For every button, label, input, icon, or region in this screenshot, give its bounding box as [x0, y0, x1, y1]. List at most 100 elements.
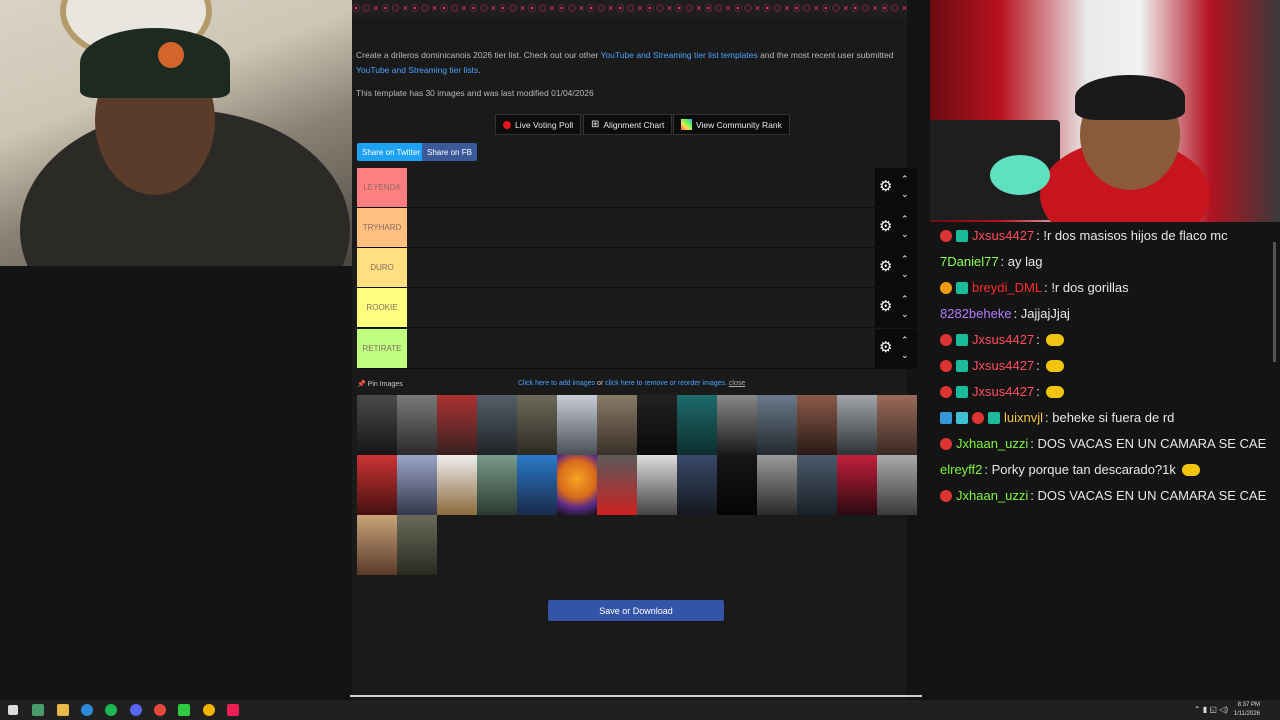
share-twitter-button[interactable]: Share on Twitter	[357, 143, 426, 161]
youtube-tierlists-link[interactable]: YouTube and Streaming tier lists	[356, 65, 478, 75]
tier-image[interactable]	[477, 395, 517, 455]
tier-image[interactable]	[637, 455, 677, 515]
file-explorer-icon[interactable]	[57, 704, 69, 716]
tier-image[interactable]	[837, 395, 877, 455]
app-icon[interactable]	[32, 704, 44, 716]
save-or-download-button[interactable]: Save or Download	[548, 600, 724, 621]
tier-row-leyenda[interactable]: LEYENDA ⚙ ⌃ ⌄	[357, 168, 917, 208]
tier-image[interactable]	[877, 395, 917, 455]
tier-image[interactable]	[797, 395, 837, 455]
chevron-down-icon[interactable]: ⌄	[901, 230, 909, 239]
tier-label[interactable]: LEYENDA	[357, 168, 407, 207]
discord-icon[interactable]	[130, 704, 142, 716]
chat-message: elreyff2: Porky porque tan descarado?1k	[940, 462, 1200, 477]
tiktok-icon[interactable]	[227, 704, 239, 716]
tier-label[interactable]: ROOKIE	[357, 288, 407, 327]
chat-username[interactable]: Jxsus4427	[972, 358, 1034, 373]
tier-image[interactable]	[757, 455, 797, 515]
tier-image[interactable]	[557, 395, 597, 455]
gear-icon[interactable]: ⚙	[879, 219, 892, 234]
system-tray-icons[interactable]: ⌃ ▮ ◱ ◁)	[1194, 705, 1228, 714]
edge-browser-icon[interactable]	[81, 704, 93, 716]
chat-username[interactable]: luixnvjl	[1004, 410, 1043, 425]
chrome-icon[interactable]	[203, 704, 215, 716]
emote-icon	[1181, 463, 1200, 476]
tier-image[interactable]	[597, 395, 637, 455]
chat-username[interactable]: Jxsus4427	[972, 384, 1034, 399]
tier-image[interactable]	[477, 455, 517, 515]
gear-icon[interactable]: ⚙	[879, 340, 892, 355]
chevron-down-icon[interactable]: ⌄	[901, 270, 909, 279]
tier-image[interactable]	[837, 455, 877, 515]
chat-username[interactable]: Jxsus4427	[972, 228, 1034, 243]
tier-image[interactable]	[597, 455, 637, 515]
tier-image[interactable]	[637, 395, 677, 455]
tier-image[interactable]	[357, 455, 397, 515]
tier-image[interactable]	[677, 395, 717, 455]
grid-icon: ⊞	[591, 119, 600, 130]
tier-row-retirate[interactable]: RETIRATE ⚙ ⌃ ⌄	[357, 329, 917, 369]
chevron-up-icon[interactable]: ⌃	[901, 255, 909, 264]
tier-row-tryhard[interactable]: TRYHARD ⚙ ⌃ ⌄	[357, 208, 917, 248]
tier-image[interactable]	[397, 515, 437, 575]
badge-icon	[940, 333, 952, 346]
view-community-rank-button[interactable]: View Community Rank	[673, 114, 790, 135]
app-icon[interactable]	[154, 704, 166, 716]
add-images-link[interactable]: Click here to add images	[518, 380, 595, 387]
chat-message: 8282beheke: JajjajJjaj	[940, 306, 1070, 321]
tier-image[interactable]	[877, 455, 917, 515]
tier-image[interactable]	[357, 395, 397, 455]
tier-label[interactable]: TRYHARD	[357, 208, 407, 247]
tier-image[interactable]	[437, 395, 477, 455]
chat-username[interactable]: 7Daniel77	[940, 254, 999, 269]
gear-icon[interactable]: ⚙	[879, 299, 892, 314]
spotify-icon[interactable]	[105, 704, 117, 716]
tier-image[interactable]	[757, 395, 797, 455]
close-link[interactable]: close	[729, 380, 745, 387]
chevron-up-icon[interactable]: ⌃	[901, 215, 909, 224]
gear-icon[interactable]: ⚙	[879, 259, 892, 274]
chevron-down-icon[interactable]: ⌄	[901, 351, 909, 360]
tier-image[interactable]	[517, 395, 557, 455]
tier-image[interactable]	[437, 455, 477, 515]
badge-icon	[956, 229, 968, 242]
tier-label[interactable]: RETIRATE	[357, 329, 407, 368]
chevron-up-icon[interactable]: ⌃	[901, 295, 909, 304]
chat-username[interactable]: 8282beheke	[940, 306, 1012, 321]
chat-scrollbar[interactable]	[1273, 242, 1276, 362]
chat-username[interactable]: Jxhaan_uzzi	[956, 488, 1028, 503]
tier-image[interactable]	[397, 455, 437, 515]
youtube-templates-link[interactable]: YouTube and Streaming tier list template…	[601, 50, 758, 60]
tier-image[interactable]	[677, 455, 717, 515]
live-voting-poll-button[interactable]: Live Voting Poll	[495, 114, 582, 135]
tier-image[interactable]	[797, 455, 837, 515]
chevron-down-icon[interactable]: ⌄	[901, 190, 909, 199]
tier-image[interactable]	[717, 455, 757, 515]
chevron-up-icon[interactable]: ⌃	[901, 175, 909, 184]
tier-image[interactable]	[357, 515, 397, 575]
tier-row-rookie[interactable]: ROOKIE ⚙ ⌃ ⌄	[357, 288, 917, 328]
remove-images-link[interactable]: click here to remove or reorder images.	[605, 380, 727, 387]
tier-image[interactable]	[397, 395, 437, 455]
template-description: Create a drileros dominicanois 2026 tier…	[356, 48, 908, 78]
tier-row-duro[interactable]: DURO ⚙ ⌃ ⌄	[357, 248, 917, 288]
chat-username[interactable]: Jxhaan_uzzi	[956, 436, 1028, 451]
clock[interactable]: 8:37 PM 1/11/2026	[1234, 700, 1260, 720]
alignment-chart-button[interactable]: ⊞ Alignment Chart	[583, 114, 673, 135]
chat-username[interactable]: elreyff2	[940, 462, 982, 477]
gear-icon[interactable]: ⚙	[879, 179, 892, 194]
app-icon[interactable]	[178, 704, 190, 716]
tier-image[interactable]	[517, 455, 557, 515]
tier-controls: ⚙ ⌃ ⌄	[875, 248, 917, 287]
share-facebook-button[interactable]: Share on FB	[422, 143, 477, 161]
tier-image[interactable]	[557, 455, 597, 515]
chevron-down-icon[interactable]: ⌄	[901, 310, 909, 319]
windows-start-icon[interactable]	[8, 705, 18, 715]
chevron-up-icon[interactable]: ⌃	[901, 336, 909, 345]
horizontal-scrollbar[interactable]	[350, 695, 922, 697]
tier-label[interactable]: DURO	[357, 248, 407, 287]
chat-username[interactable]: Jxsus4427	[972, 332, 1034, 347]
pin-images-toggle[interactable]: Pin Images	[368, 381, 403, 388]
tier-image[interactable]	[717, 395, 757, 455]
chat-username[interactable]: breydi_DML	[972, 280, 1042, 295]
